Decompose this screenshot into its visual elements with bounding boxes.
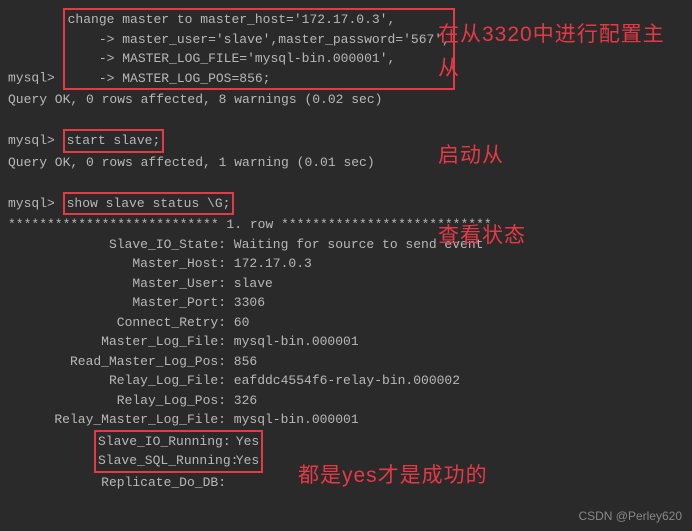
annotation-status: 查看状态 xyxy=(438,220,526,252)
status-row: Slave_IO_State: Waiting for source to se… xyxy=(8,235,692,255)
annotation-config: 在从3320中进行配置主从 xyxy=(438,18,668,85)
query-result: Query OK, 0 rows affected, 8 warnings (0… xyxy=(8,90,692,110)
annotation-yes: 都是yes才是成功的 xyxy=(298,460,488,492)
status-row: Relay_Log_File: eafddc4554f6-relay-bin.0… xyxy=(8,371,692,391)
annotation-start: 启动从 xyxy=(438,140,504,172)
status-row: Relay_Log_Pos: 326 xyxy=(8,391,692,411)
query-result: Query OK, 0 rows affected, 1 warning (0.… xyxy=(8,153,692,173)
status-row: Master_Log_File: mysql-bin.000001 xyxy=(8,332,692,352)
terminal-line: mysql> show slave status \G; xyxy=(8,192,692,216)
highlight-box-show-status: show slave status \G; xyxy=(63,192,235,216)
status-row: Slave_IO_Running: Yes xyxy=(98,432,259,452)
terminal-line: mysql> start slave; xyxy=(8,129,692,153)
status-row: Read_Master_Log_Pos: 856 xyxy=(8,352,692,372)
status-row: Connect_Retry: 60 xyxy=(8,313,692,333)
highlight-box-change-master: change master to master_host='172.17.0.3… xyxy=(63,8,455,90)
mysql-prompt: mysql> xyxy=(8,71,55,86)
status-list: Slave_IO_State: Waiting for source to se… xyxy=(8,235,692,430)
row-separator: *************************** 1. row *****… xyxy=(8,215,692,235)
highlight-box-start-slave: start slave; xyxy=(63,129,165,153)
status-row: Relay_Master_Log_File: mysql-bin.000001 xyxy=(8,410,692,430)
mysql-prompt: mysql> xyxy=(8,133,55,148)
watermark: CSDN @Perley620 xyxy=(578,507,682,525)
status-row: Slave_SQL_Running: Yes xyxy=(98,451,259,471)
highlight-box-running: Slave_IO_Running: Yes Slave_SQL_Running:… xyxy=(94,430,263,473)
status-row: Master_Port: 3306 xyxy=(8,293,692,313)
status-row: Master_Host: 172.17.0.3 xyxy=(8,254,692,274)
status-row: Master_User: slave xyxy=(8,274,692,294)
mysql-prompt: mysql> xyxy=(8,196,55,211)
